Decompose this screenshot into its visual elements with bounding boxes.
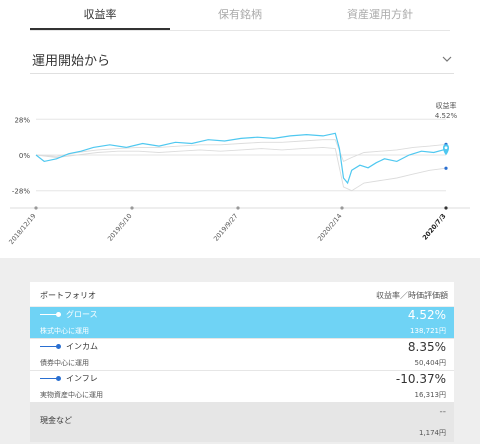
y-tick-label: 0% <box>19 152 30 160</box>
series-line <box>35 132 447 185</box>
x-tick-label: 2018/12/19 <box>7 212 37 246</box>
portfolio-card: ポートフォリオ 収益率／時価評価額 グロース 株式中心に運用 4.52% 138… <box>30 282 454 442</box>
portfolio-row-desc: 株式中心に運用 <box>40 327 89 335</box>
chevron-down-icon <box>442 56 452 62</box>
period-select[interactable]: 運用開始から <box>30 44 454 74</box>
portfolio-row-rate: 4.52% <box>407 308 446 322</box>
x-tick-dot <box>340 206 344 210</box>
portfolio-row-title: インカム <box>66 342 98 351</box>
period-select-label: 運用開始から <box>32 54 111 69</box>
location-pin-icon <box>443 144 449 156</box>
tab-holdings[interactable]: 保有銘柄 <box>170 0 310 30</box>
x-tick-dot <box>130 206 134 210</box>
x-tick-dot <box>34 206 38 210</box>
portfolio-row-desc: 実物資産中心に運用 <box>40 391 103 399</box>
portfolio-row-growth[interactable]: グロース 株式中心に運用 4.52% 138,721円 <box>30 307 454 339</box>
portfolio-row-amount: 50,404円 <box>414 359 447 367</box>
series-marker-icon <box>40 343 62 350</box>
portfolio-header: ポートフォリオ 収益率／時価評価額 <box>30 282 454 307</box>
portfolio-row-rate: 8.35% <box>407 340 446 354</box>
portfolio-row-desc: 債券中心に運用 <box>40 359 89 367</box>
x-tick-dot <box>236 206 240 210</box>
portfolio-row-name: インカム <box>40 341 98 352</box>
portfolio-row-title: 現金など <box>40 416 72 425</box>
tab-returns[interactable]: 収益率 <box>30 0 170 30</box>
x-tick-label: 2019/9/27 <box>212 212 240 243</box>
portfolio-row-amount: 1,174円 <box>418 429 446 437</box>
portfolio-header-label: ポートフォリオ <box>40 291 96 300</box>
y-tick-label: -28% <box>12 188 30 196</box>
portfolio-row-name: インフレ <box>40 373 98 384</box>
portfolio-row-rate: -- <box>439 407 447 417</box>
series-end-dot <box>444 166 448 170</box>
series-line <box>35 139 447 163</box>
portfolio-row-amount: 138,721円 <box>410 327 446 335</box>
x-tick-label: 2020/7/3 <box>421 212 448 242</box>
portfolio-row-name: グロース <box>40 309 98 320</box>
portfolio-row-title: グロース <box>66 310 98 319</box>
portfolio-row-income[interactable]: インカム 債券中心に運用 8.35% 50,404円 <box>30 339 454 371</box>
portfolio-row-title: インフレ <box>66 374 98 383</box>
tab-policy[interactable]: 資産運用方針 <box>310 0 450 30</box>
portfolio-row-cash: 現金など -- 1,174円 <box>30 403 454 442</box>
x-tick-dot <box>444 206 448 210</box>
tab-bar: 収益率 保有銘柄 資産運用方針 <box>30 0 450 31</box>
x-tick-label: 2019/5/10 <box>106 212 134 243</box>
current-value-label: 収益率 <box>436 101 457 110</box>
x-tick-label: 2020/2/14 <box>316 212 344 243</box>
portfolio-row-rate: -10.37% <box>395 372 446 386</box>
series-line <box>35 146 447 192</box>
returns-chart: 28% 0% -28% 2018/12/19 2019/5/10 2019/9/27 202… <box>7 101 470 246</box>
current-value: 4.52% <box>435 112 458 120</box>
portfolio-header-metric: 収益率／時価評価額 <box>376 291 448 300</box>
series-marker-icon <box>40 375 62 382</box>
pin-center <box>444 146 448 150</box>
portfolio-row-inflation[interactable]: インフレ 実物資産中心に運用 -10.37% 16,313円 <box>30 371 454 403</box>
y-tick-label: 28% <box>14 116 30 124</box>
portfolio-row-amount: 16,313円 <box>414 391 447 399</box>
series-marker-icon <box>40 311 62 318</box>
